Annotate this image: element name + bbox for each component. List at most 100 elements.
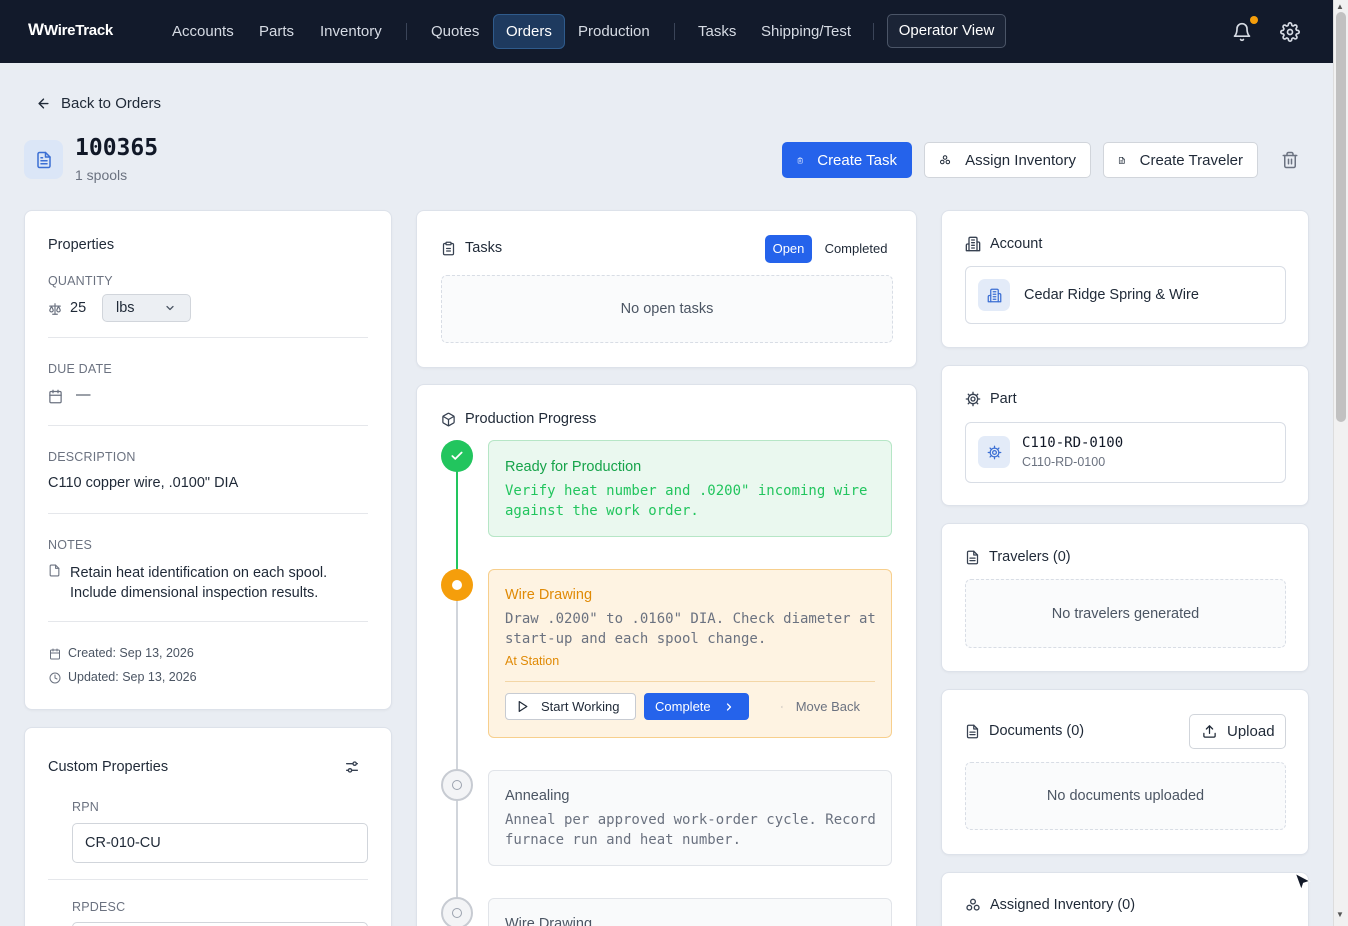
boxes-icon — [966, 898, 980, 911]
divider — [48, 425, 368, 426]
tab-completed[interactable]: Completed — [820, 235, 892, 263]
trash-icon[interactable] — [1281, 151, 1299, 169]
nav-quotes[interactable]: Quotes — [419, 14, 491, 49]
clock-icon — [49, 672, 61, 684]
operator-view-button[interactable]: Operator View — [887, 14, 1006, 48]
pending-circle-icon — [452, 780, 462, 790]
stage-description-line: against the work order. — [505, 503, 699, 519]
stage-current-node — [441, 569, 473, 601]
start-working-button[interactable]: Start Working — [505, 693, 636, 720]
stage-complete-node — [441, 440, 473, 472]
scrollbar-thumb[interactable] — [1336, 12, 1346, 422]
quantity-value: 25 — [70, 300, 87, 316]
documents-title: Documents (0) — [989, 723, 1085, 739]
back-to-orders-link[interactable]: Back to Orders — [36, 95, 161, 112]
account-link[interactable]: Cedar Ridge Spring & Wire — [965, 266, 1286, 324]
tab-open[interactable]: Open — [765, 235, 812, 263]
nav-production[interactable]: Production — [566, 14, 662, 49]
scroll-down-arrow-icon[interactable]: ▼ — [1336, 910, 1344, 919]
part-subtitle: C110-RD-0100 — [1022, 455, 1106, 469]
divider — [505, 681, 875, 682]
stage-description: Anneal per approved work-order cycle. Re… — [505, 810, 876, 850]
rpn-input[interactable]: CR-010-CU — [72, 823, 368, 863]
unit-select-value: lbs — [116, 300, 135, 316]
gear-icon[interactable] — [1280, 22, 1300, 42]
production-title: Production Progress — [465, 411, 597, 427]
nav-tasks[interactable]: Tasks — [686, 14, 748, 49]
rpn-label: RPN — [72, 800, 99, 814]
create-task-button[interactable]: Create Task — [782, 142, 912, 178]
stage-title: Wire Drawing — [505, 916, 593, 926]
custom-properties-title: Custom Properties — [48, 759, 169, 775]
due-date-value[interactable]: — — [76, 387, 91, 403]
boxes-icon — [940, 155, 951, 165]
upload-label: Upload — [1227, 723, 1275, 740]
chevron-down-icon — [166, 305, 174, 311]
description-value: C110 copper wire, .0100" DIA — [48, 475, 239, 491]
notes-line: Include dimensional inspection results. — [70, 585, 319, 601]
notes-value: Retain heat identification on each spool… — [70, 563, 327, 603]
nav-parts[interactable]: Parts — [247, 14, 306, 49]
part-number: C110-RD-0100 — [1022, 435, 1124, 451]
created-date: Created: Sep 13, 2026 — [68, 646, 194, 660]
sliders-icon[interactable] — [344, 759, 360, 775]
stage-status: At Station — [505, 654, 560, 668]
assigned-inventory-title: Assigned Inventory (0) — [990, 897, 1136, 913]
stage-description-line: Anneal per approved work-order cycle. Re… — [505, 812, 876, 828]
nav-shipping-test[interactable]: Shipping/Test — [749, 14, 863, 49]
travelers-empty-state: No travelers generated — [965, 579, 1286, 648]
timeline-connector-complete — [456, 470, 458, 570]
move-back-button[interactable]: Move Back — [770, 693, 870, 720]
check-icon — [451, 451, 463, 460]
unit-select[interactable]: lbs — [102, 294, 191, 322]
stage-description: Draw .0200" to .0160" DIA. Check diamete… — [505, 609, 876, 649]
account-card: Account Cedar Ridge Spring & Wire — [941, 210, 1309, 348]
document-icon — [24, 140, 63, 179]
cog-icon — [978, 436, 1010, 468]
assign-inventory-button[interactable]: Assign Inventory — [924, 142, 1091, 178]
documents-header: Documents (0) — [965, 723, 1084, 739]
logo-mark-icon: W — [28, 20, 44, 39]
back-link-label: Back to Orders — [61, 95, 162, 112]
logo-text: WireTrack — [44, 21, 113, 39]
documents-card: Documents (0) Upload No documents upload… — [941, 689, 1309, 855]
tasks-title: Tasks — [465, 240, 503, 256]
building-icon — [978, 279, 1010, 311]
calendar-icon — [49, 389, 62, 404]
stage-annealing: Annealing Anneal per approved work-order… — [488, 770, 892, 866]
upload-button[interactable]: Upload — [1189, 714, 1286, 749]
timeline-connector — [456, 800, 458, 898]
stage-title: Ready for Production — [505, 459, 642, 475]
nav-inventory[interactable]: Inventory — [308, 14, 394, 49]
stage-description: Verify heat number and .0200" incoming w… — [505, 481, 867, 521]
create-task-label: Create Task — [817, 151, 897, 169]
create-traveler-button[interactable]: Create Traveler — [1103, 142, 1258, 178]
stage-title: Wire Drawing — [505, 587, 593, 603]
complete-button[interactable]: Complete — [644, 693, 749, 720]
clipboard-icon — [442, 241, 455, 255]
stage-description-line: Verify heat number and .0200" incoming w… — [505, 483, 868, 499]
travelers-title: Travelers (0) — [989, 549, 1071, 565]
top-navigation: W WireTrack Accounts Parts Inventory Quo… — [0, 0, 1333, 63]
move-back-label: Move Back — [795, 699, 860, 714]
documents-empty-state: No documents uploaded — [965, 762, 1286, 830]
tasks-header: Tasks — [441, 240, 502, 256]
nav-accounts[interactable]: Accounts — [160, 14, 246, 49]
timeline-connector — [456, 600, 458, 770]
stage-pending-node — [441, 769, 473, 801]
bell-icon[interactable] — [1232, 22, 1252, 42]
stage-description-line: furnace run and heat number. — [505, 832, 742, 848]
due-date-label: DUE DATE — [48, 362, 112, 376]
arrow-left-icon — [38, 98, 49, 109]
scroll-up-arrow-icon[interactable]: ▲ — [1336, 2, 1344, 11]
app-logo[interactable]: W WireTrack — [28, 20, 113, 40]
nav-orders[interactable]: Orders — [493, 14, 565, 49]
file-text-icon — [966, 724, 979, 738]
tasks-empty-state: No open tasks — [441, 275, 893, 343]
current-dot-icon — [452, 580, 462, 590]
rpdesc-input[interactable] — [72, 922, 368, 926]
tasks-card: Tasks Open Completed No open tasks — [416, 210, 917, 368]
description-label: DESCRIPTION — [48, 450, 136, 464]
travelers-header: Travelers (0) — [965, 549, 1071, 565]
part-link[interactable]: C110-RD-0100 C110-RD-0100 — [965, 422, 1286, 483]
